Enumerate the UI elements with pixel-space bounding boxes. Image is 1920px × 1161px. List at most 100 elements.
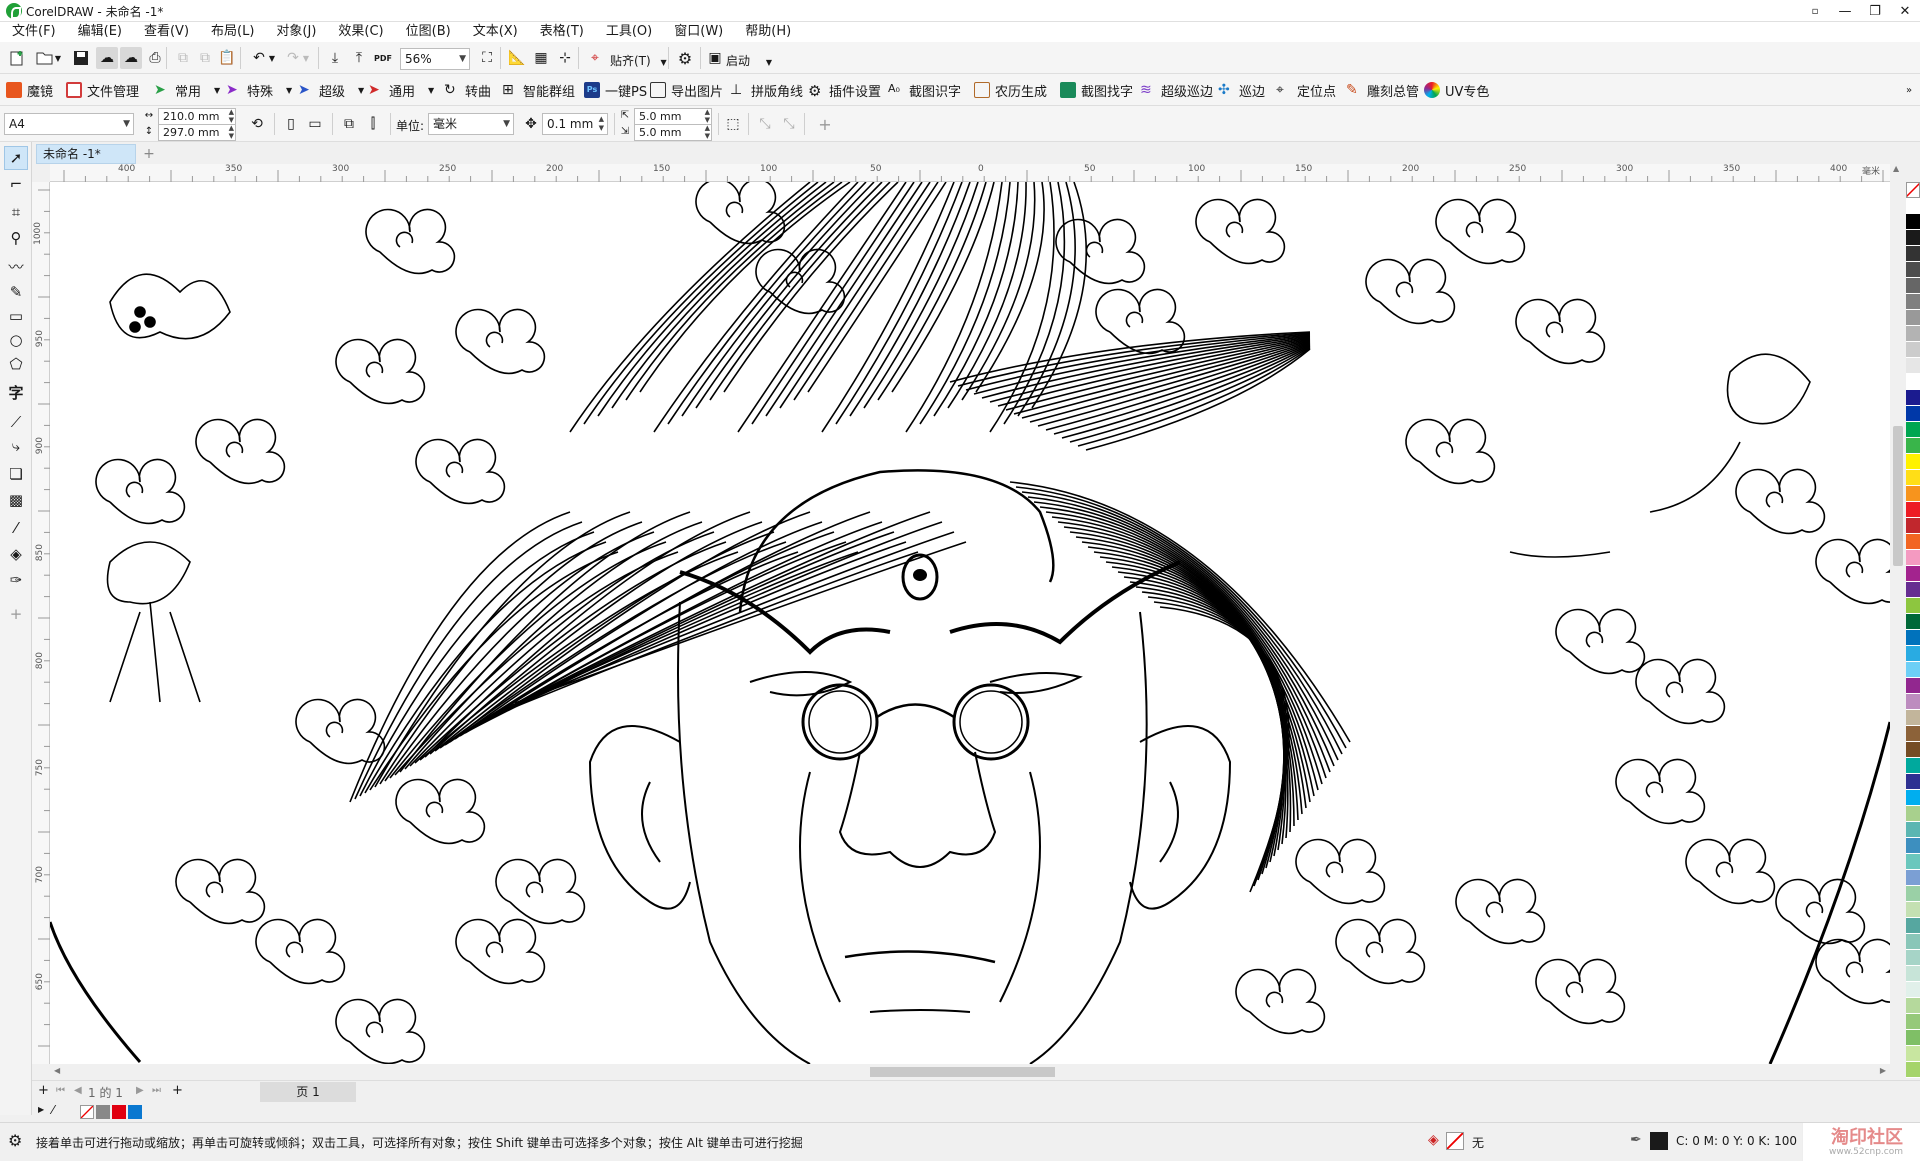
plugin-export-image-button[interactable]: 导出图片 <box>650 79 723 101</box>
redo-dropdown-icon[interactable]: ▼ <box>300 47 312 69</box>
launch-icon[interactable]: ▣ <box>704 47 726 69</box>
plugin-uv-spot-button[interactable]: UV专色 <box>1424 79 1489 101</box>
palette-swatch[interactable] <box>1906 790 1920 806</box>
ellipse-tool-icon[interactable]: ○ <box>4 328 28 352</box>
cloud-upload-icon[interactable]: ☁ <box>96 47 118 69</box>
menu-file[interactable]: 文件(F) <box>0 22 67 42</box>
zoom-tool-icon[interactable]: ⚲ <box>4 226 28 250</box>
bleed-icon[interactable]: ⫿ <box>362 113 384 135</box>
snap-to-dropdown[interactable]: 贴齐(T) ▼ <box>610 52 667 69</box>
vertical-ruler[interactable]: 1000 950 900 850 800 750 700 650 <box>32 182 50 1064</box>
horizontal-ruler[interactable]: 400 350 300 250 200 150 100 50 0 50 100 … <box>50 164 1890 182</box>
customize-toolbox-icon[interactable]: + <box>4 602 28 626</box>
palette-swatch[interactable] <box>1906 1014 1920 1030</box>
import-icon[interactable]: ⤓ <box>324 47 346 69</box>
polygon-tool-icon[interactable]: ⬠ <box>4 352 28 376</box>
units-combo[interactable]: 毫米 ▼ <box>428 113 514 135</box>
palette-swatch[interactable] <box>1906 438 1920 454</box>
minimize-button[interactable]: — <box>1830 0 1860 22</box>
fill-none-swatch[interactable] <box>1446 1132 1464 1150</box>
palette-swatch[interactable] <box>1906 294 1920 310</box>
scroll-up-arrow-icon[interactable]: ▲ <box>1893 164 1899 173</box>
page-size-combo[interactable]: A4 ▼ <box>4 113 134 135</box>
parallel-dimension-icon[interactable]: ⟋ <box>4 410 28 434</box>
palette-swatch[interactable] <box>1906 230 1920 246</box>
palette-swatch[interactable] <box>1906 934 1920 950</box>
plugin-settings-button[interactable]: ⚙ 插件设置 <box>808 79 881 101</box>
eyedropper-icon[interactable]: ⁄ <box>4 516 28 540</box>
palette-swatch[interactable] <box>1906 342 1920 358</box>
options-gear-icon[interactable]: ⚙ <box>674 47 696 69</box>
close-button[interactable]: ✕ <box>1890 0 1920 22</box>
drop-shadow-icon[interactable]: ❏ <box>4 462 28 486</box>
palette-swatch[interactable] <box>1906 742 1920 758</box>
add-property-icon[interactable]: + <box>814 113 836 135</box>
transparency-icon[interactable]: ▩ <box>4 488 28 512</box>
zoom-level-combo[interactable]: 56% ▼ <box>400 48 470 70</box>
vertical-scrollbar[interactable]: ▲ <box>1890 164 1906 1064</box>
scroll-right-arrow-icon[interactable]: ▶ <box>1880 1066 1886 1075</box>
full-screen-icon[interactable]: ⛶ <box>476 47 498 69</box>
duplicate-distance-y-input[interactable]: 5.0 mm ▲ ▼ <box>634 124 712 141</box>
palette-swatch[interactable] <box>1906 470 1920 486</box>
palette-swatch[interactable] <box>1906 726 1920 742</box>
landscape-icon[interactable]: ▭ <box>304 113 326 135</box>
palette-swatch[interactable] <box>1906 406 1920 422</box>
nudge-distance-input[interactable]: 0.1 mm ▲ ▼ <box>542 113 608 135</box>
page-width-input[interactable]: 210.0 mm ▲ ▼ <box>158 108 236 125</box>
snap-icon[interactable]: ⌖ <box>584 47 606 69</box>
show-guidelines-icon[interactable]: ⊹ <box>554 47 576 69</box>
current-page-icon[interactable]: ⧉ <box>338 113 360 135</box>
fit-page-icon[interactable]: ⤡ <box>754 113 776 135</box>
palette-swatch[interactable] <box>1906 694 1920 710</box>
palette-swatch[interactable] <box>1906 838 1920 854</box>
plugin-super-contour-button[interactable]: ≋ 超级巡边 <box>1140 79 1213 101</box>
palette-swatch[interactable] <box>1906 278 1920 294</box>
plugin-file-manager-button[interactable]: 文件管理 <box>66 79 139 101</box>
palette-swatch[interactable] <box>1906 598 1920 614</box>
treat-as-filled-icon[interactable]: ⬚ <box>722 113 744 135</box>
palette-swatch[interactable] <box>1906 822 1920 838</box>
fit-object-icon[interactable]: ⤡ <box>778 113 800 135</box>
restore-button[interactable]: ❐ <box>1860 0 1890 22</box>
palette-swatch[interactable] <box>1906 950 1920 966</box>
menu-object[interactable]: 对象(J) <box>265 22 327 42</box>
menu-effects[interactable]: 效果(C) <box>327 22 394 42</box>
text-tool-icon[interactable]: 字 <box>4 380 28 404</box>
export-icon[interactable]: ⤒ <box>348 47 370 69</box>
menu-help[interactable]: 帮助(H) <box>734 22 802 42</box>
portrait-icon[interactable]: ▯ <box>280 113 302 135</box>
cloud-download-icon[interactable]: ☁ <box>120 47 142 69</box>
palette-swatch[interactable] <box>1906 518 1920 534</box>
palette-swatch[interactable] <box>1906 214 1920 230</box>
plugin-ocr-button[interactable]: A₀ 截图识字 <box>888 79 961 101</box>
palette-swatch[interactable] <box>1906 246 1920 262</box>
no-color-swatch[interactable] <box>1906 182 1920 198</box>
menu-bitmaps[interactable]: 位图(B) <box>395 22 462 42</box>
vertical-scroll-thumb[interactable] <box>1893 426 1903 566</box>
all-pages-icon[interactable]: ⟲ <box>246 113 268 135</box>
scroll-left-arrow-icon[interactable]: ◀ <box>54 1066 60 1075</box>
plugin-one-key-ps-button[interactable]: Ps 一键PS <box>584 79 647 101</box>
palette-swatch[interactable] <box>1906 326 1920 342</box>
plugin-smart-group-button[interactable]: ⊞ 智能群组 <box>502 79 575 101</box>
connector-tool-icon[interactable]: ⤷ <box>4 434 28 458</box>
palette-swatch[interactable] <box>1906 870 1920 886</box>
palette-swatch[interactable] <box>1906 710 1920 726</box>
plugin-lunar-calendar-button[interactable]: 农历生成 <box>974 79 1047 101</box>
horizontal-scroll-thumb[interactable] <box>870 1067 1055 1077</box>
palette-swatch[interactable] <box>1906 486 1920 502</box>
plugin-engrave-manager-button[interactable]: ✎ 雕刻总管 <box>1346 79 1419 101</box>
smart-fill-icon[interactable]: ✑ <box>4 568 28 592</box>
palette-swatch[interactable] <box>1906 358 1920 374</box>
palette-swatch[interactable] <box>1906 854 1920 870</box>
last-page-icon[interactable]: ⏭ <box>152 1085 161 1096</box>
palette-swatch[interactable] <box>1906 454 1920 470</box>
plugin-common-button[interactable]: ➤ 常用 ▼ <box>154 79 220 101</box>
undo-dropdown-icon[interactable]: ▼ <box>266 47 278 69</box>
status-gear-icon[interactable]: ⚙ <box>8 1131 22 1150</box>
toolbar-overflow-icon[interactable]: » <box>1898 79 1920 101</box>
doc-swatch-none[interactable] <box>80 1105 94 1119</box>
palette-swatch[interactable] <box>1906 262 1920 278</box>
print-icon[interactable]: ⎙ <box>144 47 166 69</box>
